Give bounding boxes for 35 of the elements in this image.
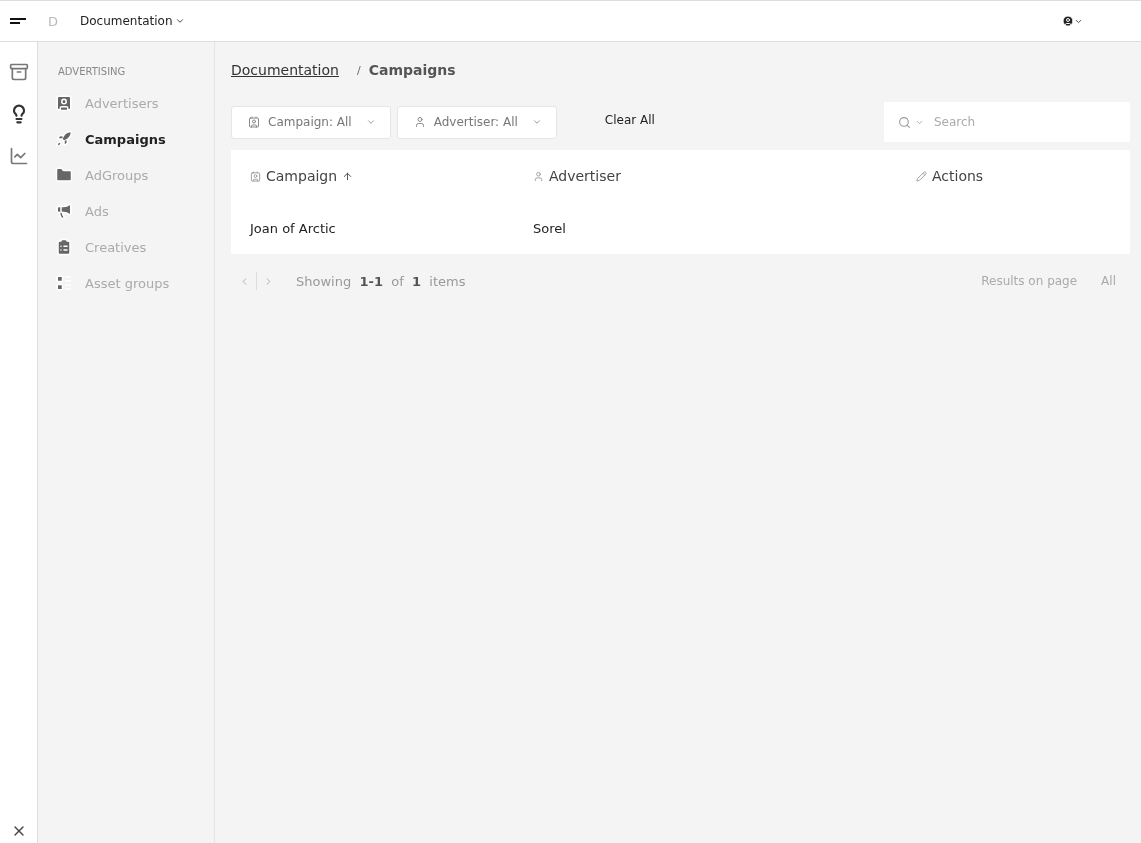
breadcrumb-link[interactable]: Documentation (231, 62, 339, 78)
chevron-down-icon (174, 16, 185, 26)
archive-icon[interactable] (8, 62, 29, 82)
filter-dropdown[interactable]: Campaign: All (231, 105, 391, 139)
contact-icon (55, 94, 73, 112)
pagination-summary: Showing 1-1 of 1 items (296, 273, 466, 289)
table-cell-text: Sorel (533, 220, 567, 236)
chevron-down-icon (531, 117, 542, 127)
section-heading: ADVERTISING (58, 66, 127, 77)
sidebar-item[interactable]: Campaigns (55, 121, 214, 157)
search-icon (898, 115, 911, 129)
advertiser-icon (413, 116, 426, 128)
column-header[interactable]: Advertiser (533, 168, 916, 184)
chart-icon[interactable] (8, 146, 29, 166)
breadcrumb-separator: / (356, 63, 361, 77)
filter-dropdown[interactable]: Advertiser: All (396, 105, 557, 139)
folder-icon (55, 166, 73, 184)
advertiser-icon (533, 170, 544, 182)
clear-all-button[interactable]: Clear All (598, 112, 661, 128)
search-field[interactable]: Search (884, 102, 1130, 142)
table-cell-text: Joan of Arctic (250, 220, 337, 236)
rocket-icon (55, 130, 73, 148)
column-header[interactable]: Campaign (250, 168, 533, 184)
user-menu-button[interactable] (1062, 15, 1083, 27)
workspace-dropdown[interactable]: Documentation (80, 14, 185, 28)
results-per-page-label: Results on page (981, 274, 1078, 288)
megaphone-icon (55, 202, 73, 220)
breadcrumb-current: Campaigns (368, 62, 456, 78)
chevron-down-icon (365, 117, 376, 127)
clipboard-icon (55, 238, 73, 256)
list-icon (55, 274, 73, 292)
menu-icon[interactable] (10, 18, 26, 24)
user-icon (1062, 15, 1074, 27)
workspace-letter: D (48, 13, 58, 29)
column-header[interactable]: Actions (916, 168, 1111, 184)
